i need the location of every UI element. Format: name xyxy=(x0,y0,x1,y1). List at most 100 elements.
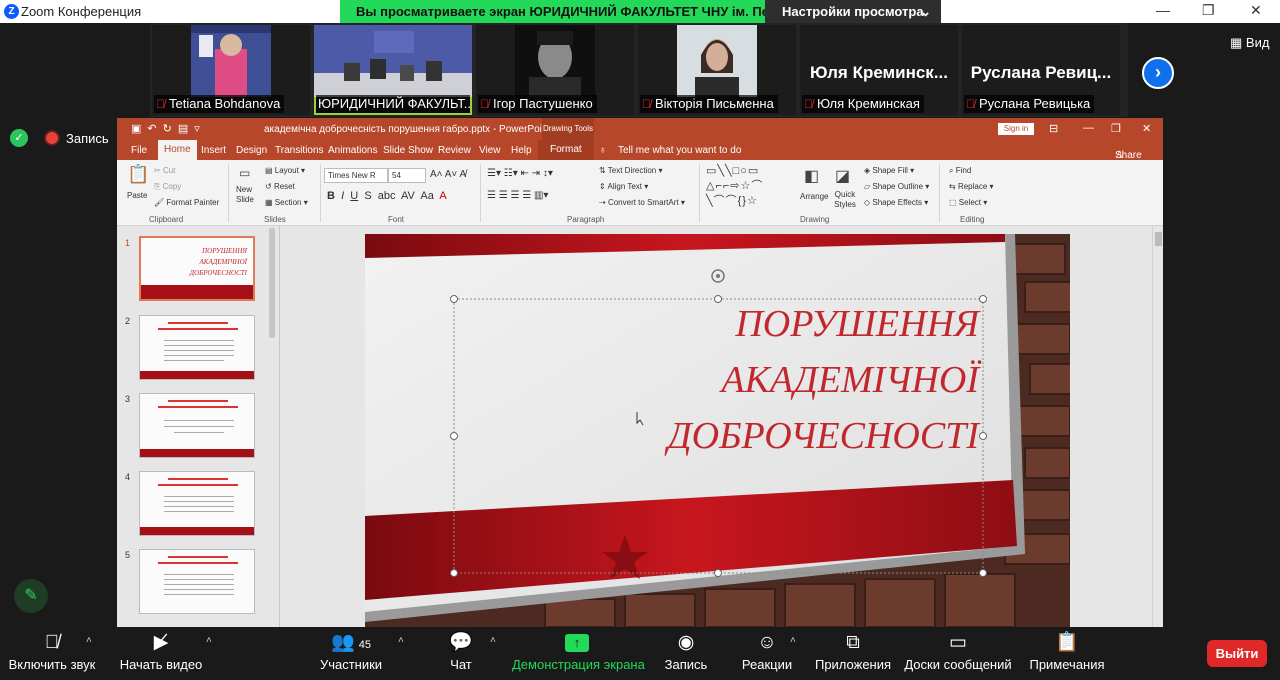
paste-icon[interactable]: 📋 xyxy=(127,164,149,185)
leave-button[interactable]: Выйти xyxy=(1207,640,1267,667)
share-screen-button[interactable]: ↑ Демонстрация экрана xyxy=(512,627,645,680)
shape-effects-button[interactable]: ◇ Shape Effects ▾ xyxy=(864,198,928,207)
drawing-tools-label: Drawing Tools xyxy=(542,118,594,140)
tab-view[interactable]: View xyxy=(479,145,501,156)
participant-tile[interactable]: 🎙̸ Вікторія Письменна xyxy=(638,25,796,115)
cut-button[interactable]: ✂ Cut xyxy=(154,166,175,175)
participants-icon: 👥 45 xyxy=(331,632,371,653)
caret-up-icon[interactable]: ˄ xyxy=(790,635,796,646)
slide-number: 3 xyxy=(125,394,131,404)
slide-title[interactable]: ПОРУШЕННЯ АКАДЕМІЧНОЇ ДОБРОЧЕСНОСТІ xyxy=(605,296,980,464)
format-painter-button[interactable]: 🖌 Format Painter xyxy=(154,198,219,207)
layout-button[interactable]: ▤ Layout ▾ xyxy=(265,166,305,175)
font-format-buttons[interactable]: B I U S abc AV Aa A xyxy=(327,190,447,202)
quick-styles-button[interactable]: Quick Styles xyxy=(831,190,859,210)
minimize-icon[interactable]: — xyxy=(1156,2,1170,18)
participant-tile[interactable]: Юля Креминск... 🎙̸ Юля Креминская xyxy=(800,25,958,115)
tab-design[interactable]: Design xyxy=(236,145,267,156)
shape-fill-button[interactable]: ◈ Shape Fill ▾ xyxy=(864,166,914,175)
tab-review[interactable]: Review xyxy=(438,145,471,156)
zoom-toolbar: 🎙̸ Включить звук ˄ ▶̸ Начать видео ˄ 👥 45 Уч… xyxy=(0,627,1280,680)
muted-mic-icon: 🎙̸ xyxy=(480,97,489,111)
convert-smartart-button[interactable]: ⇢ Convert to SmartArt ▾ xyxy=(599,198,685,207)
group-slides: Slides xyxy=(264,215,286,224)
section-button[interactable]: ▦ Section ▾ xyxy=(265,198,308,207)
tell-me-input[interactable]: Tell me what you want to do xyxy=(618,145,741,156)
grid-icon: ▦ xyxy=(1230,35,1246,50)
tab-animations[interactable]: Animations xyxy=(328,145,377,156)
tab-home[interactable]: Home xyxy=(158,140,197,160)
participant-tile[interactable]: 🎙̸ Ігор Пастушенко xyxy=(476,25,634,115)
slide-scrollbar[interactable] xyxy=(1152,226,1163,627)
participant-tile[interactable]: Руслана Ревиц... 🎙̸ Руслана Ревицька xyxy=(962,25,1120,115)
find-button[interactable]: ⌕ Find xyxy=(949,166,971,176)
slide-thumbnail-5[interactable] xyxy=(139,549,255,614)
paste-button[interactable]: Paste xyxy=(127,191,147,200)
font-name-select[interactable]: Times New R xyxy=(324,168,388,183)
notes-button[interactable]: 📋 Примечания xyxy=(1028,627,1106,680)
thumb-title: ПОРУШЕННЯ АКАДЕМІЧНОЇ ДОБРОЧЕСНОСТІ xyxy=(189,247,247,277)
ppt-maximize-icon[interactable]: ❐ xyxy=(1111,122,1121,135)
record-button[interactable]: ◉ Запись xyxy=(662,627,710,680)
participant-tile-active[interactable]: ЮРИДИЧНИЙ ФАКУЛЬТ... xyxy=(314,25,472,115)
close-icon[interactable]: ✕ xyxy=(1250,2,1262,19)
ppt-title-bar: ▣↶↻▤▿ академічна доброчесність порушення… xyxy=(117,118,1163,140)
arrange-icon[interactable]: ◧ xyxy=(804,166,819,186)
caret-up-icon[interactable]: ˄ xyxy=(398,635,404,646)
select-button[interactable]: ⬚ Select ▾ xyxy=(949,198,987,207)
chat-button[interactable]: 💬 Чат ˄ xyxy=(446,627,496,680)
tab-format[interactable]: Format xyxy=(538,140,594,160)
tab-slide-show[interactable]: Slide Show xyxy=(383,145,433,156)
apps-button[interactable]: ⧉ Приложения xyxy=(813,627,893,680)
new-slide-button[interactable]: New Slide xyxy=(236,185,258,205)
participant-video xyxy=(515,25,595,97)
align-buttons[interactable]: ☰ ☰ ☰ ☰ ▥▾ xyxy=(487,190,548,201)
tab-transitions[interactable]: Transitions xyxy=(275,145,324,156)
copy-button[interactable]: ⎘ Copy xyxy=(154,182,181,192)
view-options-button[interactable]: Настройки просмотра ⌄ xyxy=(765,0,941,23)
replace-button[interactable]: ⇆ Replace ▾ xyxy=(949,182,994,191)
next-page-button[interactable]: › xyxy=(1142,57,1174,89)
align-text-button[interactable]: ⇕ Align Text ▾ xyxy=(599,182,648,191)
slide-thumbnail-1[interactable]: ПОРУШЕННЯ АКАДЕМІЧНОЇ ДОБРОЧЕСНОСТІ xyxy=(139,236,255,301)
caret-up-icon[interactable]: ˄ xyxy=(206,635,212,646)
ribbon-display-icon[interactable]: ⊟ xyxy=(1049,122,1058,135)
font-size-select[interactable]: 54 xyxy=(388,168,426,183)
shapes-gallery[interactable]: ▭╲╲□○▭ △⌐⌐⇨☆⌒ ╲⌒⌒{}☆ xyxy=(706,164,763,209)
start-video-button[interactable]: ▶̸ Начать видео ˄ xyxy=(118,627,212,680)
shape-outline-button[interactable]: ▱ Shape Outline ▾ xyxy=(864,182,929,191)
recording-label[interactable]: Запись xyxy=(66,131,109,146)
shield-icon[interactable]: ✓ xyxy=(10,129,28,147)
participant-tile[interactable]: 🎙̸ Tetiana Bohdanova xyxy=(152,25,310,115)
annotate-pen-icon[interactable]: ✎ xyxy=(14,579,48,613)
ppt-close-icon[interactable]: ✕ xyxy=(1142,122,1151,135)
slide-thumbnail-4[interactable] xyxy=(139,471,255,536)
view-button[interactable]: ▦ Вид xyxy=(1230,35,1269,51)
divider xyxy=(480,164,481,222)
whiteboards-button[interactable]: ▭ Доски сообщений xyxy=(904,627,1012,680)
caret-up-icon[interactable]: ˄ xyxy=(86,635,92,646)
unmute-button[interactable]: 🎙̸ Включить звук ˄ xyxy=(6,627,98,680)
tab-help[interactable]: Help xyxy=(511,145,532,156)
quick-styles-icon[interactable]: ◪ xyxy=(835,166,850,186)
text-direction-button[interactable]: ⇅ Text Direction ▾ xyxy=(599,166,663,175)
thumbs-scrollbar[interactable] xyxy=(269,228,275,338)
slide-thumbnail-2[interactable] xyxy=(139,315,255,380)
new-slide-icon[interactable]: ▭ xyxy=(239,166,250,180)
reset-button[interactable]: ↺ Reset xyxy=(265,182,295,191)
ppt-minimize-icon[interactable]: — xyxy=(1083,122,1094,134)
slide-thumbnail-3[interactable] xyxy=(139,393,255,458)
chat-icon: 💬 xyxy=(449,632,473,653)
list-buttons[interactable]: ☰▾ ☷▾ ⇤ ⇥ ↕▾ xyxy=(487,168,553,179)
participants-button[interactable]: 👥 45 Участники ˄ xyxy=(316,627,404,680)
tab-file[interactable]: File xyxy=(131,145,147,156)
record-icon xyxy=(46,132,58,144)
font-size-buttons[interactable]: A˄ A˅ A̸ xyxy=(430,169,466,180)
tab-insert[interactable]: Insert xyxy=(201,145,226,156)
maximize-icon[interactable]: ❐ xyxy=(1202,2,1215,19)
sign-in-button[interactable]: Sign in xyxy=(998,123,1034,135)
arrange-button[interactable]: Arrange xyxy=(800,192,828,201)
reactions-button[interactable]: ☺ Реакции ˄ xyxy=(740,627,796,680)
caret-up-icon[interactable]: ˄ xyxy=(490,635,496,646)
current-slide[interactable]: ПОРУШЕННЯ АКАДЕМІЧНОЇ ДОБРОЧЕСНОСТІ xyxy=(365,234,1070,627)
